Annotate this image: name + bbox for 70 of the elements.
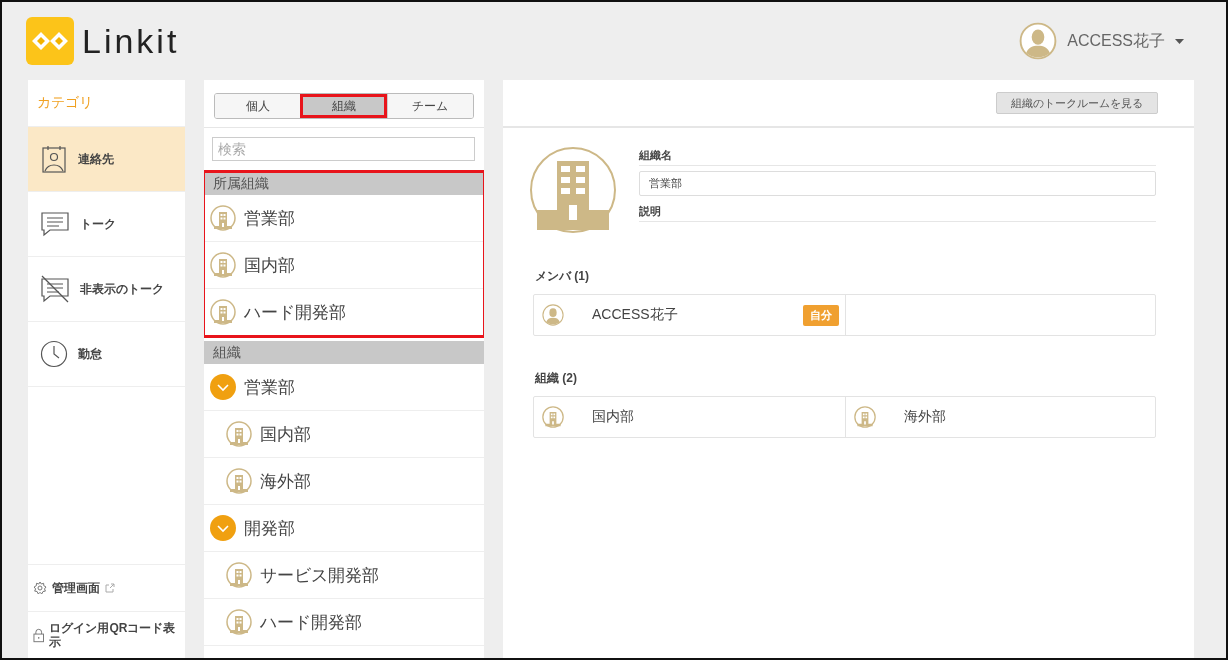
building-icon — [226, 421, 252, 447]
settings-icon — [33, 581, 47, 595]
tree-item-label: 開発部 — [244, 517, 295, 540]
sidebar-link-label: 管理画面 — [52, 580, 100, 596]
caret-icon — [1175, 38, 1184, 44]
search-field[interactable]: 検索 — [212, 137, 475, 161]
sidebar-item-label: 非表示のトーク — [80, 280, 164, 298]
logo-text: Linkit — [82, 21, 180, 61]
user-menu[interactable]: ACCESS花子 — [1013, 21, 1190, 61]
chevron-icon[interactable] — [210, 374, 236, 400]
tree-item[interactable]: 営業部 — [204, 364, 484, 411]
org-name: 海外部 — [903, 408, 947, 426]
field-label: 組織名 — [639, 148, 1156, 166]
sidebar-link-label: ログイン用QRコード表示 — [49, 620, 177, 650]
org-card[interactable]: 海外部 — [844, 397, 1155, 437]
building-icon — [226, 468, 252, 494]
user-avatar-icon — [1019, 22, 1058, 60]
sidebar-item-label: トーク — [80, 215, 116, 233]
building-icon — [226, 609, 252, 635]
sidebar-item[interactable]: 連絡先 — [28, 127, 185, 192]
building-icon — [226, 562, 252, 588]
tab[interactable]: 組織 — [300, 94, 387, 118]
org-name: 国内部 — [592, 408, 635, 426]
list-item-label: ハード開発部 — [244, 301, 346, 324]
sidebar-item-label: 連絡先 — [78, 150, 114, 168]
tree-item-label: サービス開発部 — [260, 564, 379, 587]
tree-item-label: ハード開発部 — [260, 611, 362, 634]
building-icon — [210, 299, 236, 325]
building-icon — [542, 406, 564, 428]
self-badge: 自分 — [802, 304, 839, 326]
group-title: 組織 (2) — [534, 370, 578, 387]
member-name: ACCESS花子 — [592, 306, 679, 324]
tab[interactable]: 個人 — [215, 94, 301, 118]
tree-item[interactable]: ハード開発部 — [204, 599, 484, 646]
list-item[interactable]: 営業部 — [204, 195, 484, 242]
tab[interactable]: チーム — [386, 94, 473, 118]
building-icon — [210, 252, 236, 278]
tree-item[interactable]: 国内部 — [204, 411, 484, 458]
building-icon — [853, 406, 876, 428]
sidebar-link[interactable]: ログイン用QRコード表示 — [28, 611, 185, 658]
tree-item-label: 営業部 — [244, 376, 295, 399]
building-icon — [210, 205, 236, 231]
list-item[interactable]: 国内部 — [204, 242, 484, 289]
org-card[interactable]: 国内部 — [534, 397, 845, 437]
section-header: 所属組織 — [204, 172, 484, 195]
tree-item[interactable]: 開発部 — [204, 505, 484, 552]
tree-item-label: 海外部 — [260, 470, 311, 493]
chat-bubble-icon — [40, 211, 70, 237]
section-header: 組織 — [204, 341, 484, 364]
logo-icon — [26, 17, 74, 65]
name-field[interactable]: 営業部 — [639, 171, 1156, 196]
lock-icon — [33, 627, 45, 643]
chevron-icon[interactable] — [210, 515, 236, 541]
list-item-label: 営業部 — [244, 207, 295, 230]
sidebar-link[interactable]: 管理画面 — [28, 564, 185, 611]
list-item[interactable]: ハード開発部 — [204, 289, 484, 336]
contact-card-icon — [40, 144, 68, 174]
clock-icon — [40, 340, 68, 368]
building-icon — [529, 146, 617, 234]
external-link-icon — [105, 583, 115, 593]
person-icon — [542, 304, 564, 326]
tree-item[interactable]: サービス開発部 — [204, 552, 484, 599]
field-label: 説明 — [639, 204, 1156, 222]
list-item-label: 国内部 — [244, 254, 295, 277]
sidebar-item-label: 勤怠 — [78, 345, 102, 363]
tree-item-label: 国内部 — [260, 423, 311, 446]
hidden-chat-icon — [40, 275, 70, 303]
group-title: メンバ (1) — [534, 268, 590, 285]
tree-item[interactable]: 海外部 — [204, 458, 484, 505]
talkroom-button[interactable]: 組織のトークルームを見る — [996, 92, 1158, 114]
